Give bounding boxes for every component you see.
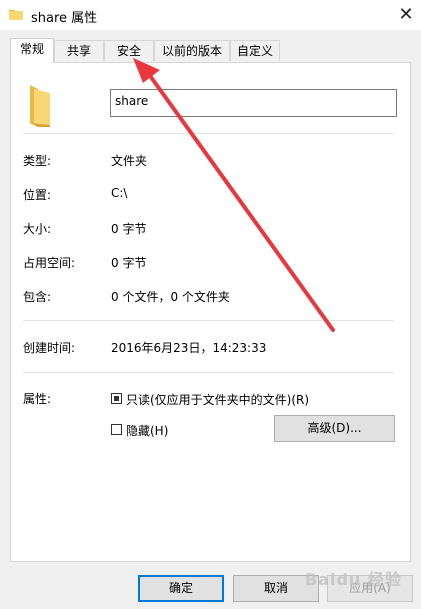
location-label: 位置:	[23, 188, 52, 202]
contains-label: 包含:	[23, 290, 52, 304]
window-title: share 属性	[31, 11, 98, 26]
folder-icon	[9, 10, 23, 20]
hidden-checkbox-label[interactable]: 隐藏(H)	[126, 422, 168, 439]
tab-previous-versions[interactable]: 以前的版本	[154, 40, 230, 61]
size-on-disk-label: 占用空间:	[23, 256, 76, 270]
size-value: 0 字节	[111, 222, 147, 236]
readonly-checkbox[interactable]	[111, 393, 122, 404]
separator	[23, 133, 394, 134]
separator	[23, 320, 394, 321]
created-label: 创建时间:	[23, 341, 76, 355]
tab-general[interactable]: 常规	[10, 38, 54, 63]
contains-value: 0 个文件，0 个文件夹	[111, 290, 230, 304]
title-bar: share 属性 ✕	[0, 0, 421, 30]
type-label: 类型:	[23, 154, 52, 168]
created-value: 2016年6月23日，14:23:33	[111, 341, 267, 355]
tab-sharing[interactable]: 共享	[54, 40, 104, 61]
type-value: 文件夹	[111, 154, 148, 168]
readonly-checkbox-label[interactable]: 只读(仅应用于文件夹中的文件)(R)	[126, 391, 309, 408]
folder-icon	[30, 85, 50, 127]
separator	[23, 372, 394, 373]
attributes-label: 属性:	[23, 392, 52, 406]
close-button[interactable]: ✕	[391, 0, 421, 30]
watermark: Baidu 经验	[305, 570, 402, 589]
advanced-button[interactable]: 高级(D)...	[274, 415, 395, 442]
tab-customize[interactable]: 自定义	[230, 40, 280, 61]
location-value: C:\	[111, 186, 128, 200]
ok-button[interactable]: 确定	[138, 575, 224, 602]
hidden-checkbox[interactable]	[111, 424, 122, 435]
close-icon: ✕	[398, 4, 414, 25]
folder-name-input[interactable]: share	[110, 89, 397, 117]
general-panel	[10, 62, 411, 562]
size-label: 大小:	[23, 222, 52, 236]
tab-security[interactable]: 安全	[104, 40, 154, 61]
size-on-disk-value: 0 字节	[111, 256, 147, 270]
